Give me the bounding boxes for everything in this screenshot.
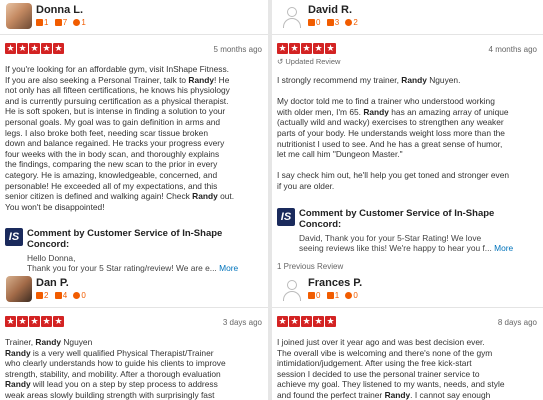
avatar[interactable] [278, 276, 304, 302]
star-icon: ★ [277, 316, 288, 327]
star-icon: ★ [289, 43, 300, 54]
star-icon: ★ [17, 43, 28, 54]
friends-icon [36, 19, 43, 26]
review-card: Dan P. 2 4 0 ★ ★ ★ ★ ★ 3 days ago Traine… [0, 273, 268, 400]
photos-count: 0 [345, 291, 358, 300]
star-icon: ★ [5, 43, 16, 54]
star-icon: ★ [41, 43, 52, 54]
owner-reply[interactable]: IS Comment by Customer Service of In-Sha… [5, 228, 263, 273]
star-icon: ★ [325, 316, 336, 327]
more-link[interactable]: More [494, 243, 513, 253]
reviews-count: 7 [54, 18, 67, 27]
reviews-count: 3 [326, 18, 339, 27]
star-rating: ★ ★ ★ ★ ★ [277, 43, 336, 54]
star-icon: ★ [29, 316, 40, 327]
star-icon: ★ [17, 316, 28, 327]
updated-review-label: ↺ Updated Review [277, 57, 341, 66]
review-date: 4 months ago [488, 45, 537, 54]
star-icon: ★ [5, 316, 16, 327]
review-card: Frances P. 0 1 0 ★ ★ ★ ★ ★ 8 days ago I … [272, 273, 543, 400]
star-icon: ★ [29, 43, 40, 54]
reviewer-name[interactable]: David R. [308, 4, 352, 16]
reviewer-name[interactable]: Dan P. [36, 277, 69, 289]
review-header: Frances P. 0 1 0 [272, 273, 543, 308]
star-rating: ★ ★ ★ ★ ★ [5, 43, 64, 54]
photos-count: 1 [73, 18, 86, 27]
friends-icon [308, 292, 315, 299]
photo-icon [345, 292, 353, 299]
review-icon [326, 19, 334, 26]
reviewer-stats: 2 4 0 [36, 291, 90, 300]
star-icon: ★ [41, 316, 52, 327]
reply-line: David, Thank you for your 5-Star Rating!… [299, 233, 482, 243]
owner-reply[interactable]: IS Comment by Customer Service of In-Sha… [277, 208, 538, 256]
reviewer-stats: 0 1 0 [308, 291, 362, 300]
review-date: 5 months ago [213, 45, 262, 54]
business-logo-icon: IS [277, 208, 295, 226]
avatar[interactable] [6, 276, 32, 302]
friends-count: 0 [308, 18, 320, 27]
star-icon: ★ [313, 43, 324, 54]
star-icon: ★ [53, 316, 64, 327]
photo-icon [73, 292, 81, 299]
avatar[interactable] [6, 3, 32, 29]
friends-icon [36, 292, 43, 299]
review-icon [326, 292, 334, 299]
reply-line: Hello Donna, [27, 253, 76, 263]
reviewer-stats: 1 7 1 [36, 18, 90, 27]
review-text: Trainer, Randy Nguyen Randy is a very we… [5, 337, 226, 400]
star-rating: ★ ★ ★ ★ ★ [5, 316, 64, 327]
reviews-count: 1 [326, 291, 339, 300]
review-text: If you're looking for an affordable gym,… [5, 64, 235, 212]
star-icon: ★ [289, 316, 300, 327]
review-header: Donna L. 1 7 1 [0, 0, 268, 35]
more-link[interactable]: More [219, 263, 238, 273]
star-icon: ★ [301, 316, 312, 327]
reviews-count: 4 [54, 291, 67, 300]
review-card: David R. 0 3 2 ★ ★ ★ ★ ★ 4 months ago ↺ … [272, 0, 543, 273]
review-date: 8 days ago [497, 318, 537, 327]
star-icon: ★ [313, 316, 324, 327]
reply-line: Thank you for your 5 Star rating/review!… [27, 263, 239, 273]
star-icon: ★ [53, 43, 64, 54]
friends-icon [308, 19, 315, 26]
review-icon [54, 292, 62, 299]
reviewer-name[interactable]: Donna L. [36, 4, 83, 16]
review-header: David R. 0 3 2 [272, 0, 543, 35]
friends-count: 1 [36, 18, 48, 27]
star-icon: ★ [301, 43, 312, 54]
friends-count: 0 [308, 291, 320, 300]
avatar[interactable] [278, 3, 304, 29]
star-icon: ★ [277, 43, 288, 54]
star-icon: ★ [325, 43, 336, 54]
reviewer-stats: 0 3 2 [308, 18, 362, 27]
refresh-icon: ↺ [277, 57, 284, 66]
photo-icon [73, 19, 81, 26]
reviewer-name[interactable]: Frances P. [308, 277, 362, 289]
review-text: I joined just over it year ago and was b… [277, 337, 505, 400]
review-date: 3 days ago [222, 318, 262, 327]
business-logo-icon: IS [5, 228, 23, 246]
previous-review-link[interactable]: 1 Previous Review [277, 262, 343, 271]
reply-title: Comment by Customer Service of In-Shape … [27, 228, 223, 250]
photos-count: 2 [345, 18, 358, 27]
star-rating: ★ ★ ★ ★ ★ [277, 316, 336, 327]
review-text: I strongly recommend my trainer, Randy N… [277, 75, 510, 191]
reply-line: seeing reviews like this! We're happy to… [299, 243, 514, 253]
reply-title: Comment by Customer Service of In-Shape … [299, 208, 495, 230]
photo-icon [345, 19, 353, 26]
review-header: Dan P. 2 4 0 [0, 273, 268, 308]
review-icon [54, 19, 62, 26]
photos-count: 0 [73, 291, 86, 300]
friends-count: 2 [36, 291, 48, 300]
review-card: Donna L. 1 7 1 ★ ★ ★ ★ ★ 5 months ago If… [0, 0, 268, 273]
